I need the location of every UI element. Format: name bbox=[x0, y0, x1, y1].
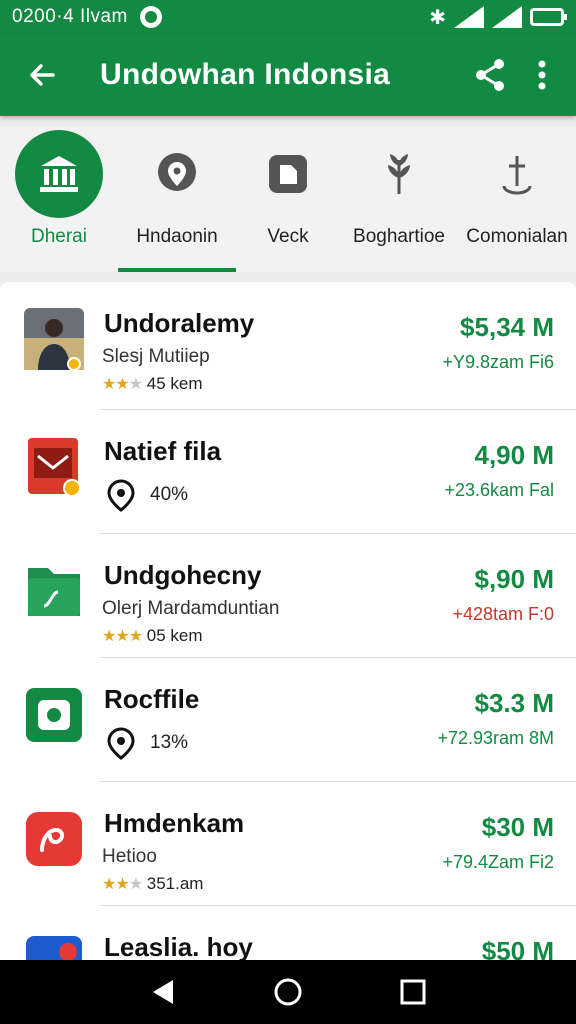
list-item[interactable]: Natief fila 40% 4,90 M +23.6kam Fal bbox=[28, 410, 576, 534]
category-tab-boghartioe[interactable]: Boghartioe bbox=[340, 126, 458, 272]
app-price: 4,90 M bbox=[474, 440, 555, 470]
status-time: 0200·4 Ilvam bbox=[12, 6, 128, 27]
app-bar: Undowhan Indonsia bbox=[0, 34, 576, 116]
battery-icon bbox=[530, 8, 567, 26]
badge-icon bbox=[107, 479, 135, 512]
status-bar: 0200·4 Ilvam ✱ bbox=[0, 0, 576, 34]
star-rating-icon: ★★★ bbox=[102, 376, 143, 393]
signal-icon bbox=[454, 6, 484, 28]
anchor-icon bbox=[502, 156, 532, 195]
star-rating-icon: ★★★ bbox=[102, 876, 143, 893]
list-item[interactable]: Leaslia. hoy $50 M bbox=[26, 906, 576, 960]
category-tabs: Dherai Hndaonin Veck Boghartioe Comonial… bbox=[0, 126, 576, 272]
blue-app-icon bbox=[24, 932, 84, 960]
category-label: Hndaonin bbox=[136, 226, 218, 247]
status-icons: ✱ bbox=[429, 5, 567, 30]
star-rating-icon: ★★★ bbox=[102, 628, 143, 645]
category-tab-comonialan[interactable]: Comonialan bbox=[458, 126, 576, 272]
app-name: Natief fila bbox=[104, 436, 222, 466]
category-tab-veck[interactable]: Veck bbox=[236, 126, 340, 272]
badge-icon bbox=[107, 727, 135, 760]
app-meta: +72.93ram 8M bbox=[437, 728, 554, 748]
list-item[interactable]: Undgohecny Olerj Mardamduntian ★★★ 05 ke… bbox=[28, 534, 576, 658]
app-price: $5,34 M bbox=[460, 312, 554, 342]
app-meta: +79.4Zam Fi2 bbox=[442, 852, 554, 872]
app-rating: ★★★ 05 kem bbox=[102, 626, 203, 645]
app-meta: +Y9.8zam Fi6 bbox=[442, 352, 554, 372]
app-meta: +428tam F:0 bbox=[452, 604, 554, 624]
app-name: Undoralemy bbox=[104, 308, 255, 338]
app-name: Undgohecny bbox=[104, 560, 262, 590]
app-subtitle: Olerj Mardamduntian bbox=[102, 598, 280, 619]
more-vert-icon[interactable] bbox=[518, 47, 566, 103]
nav-home-icon[interactable] bbox=[258, 962, 318, 1022]
app-meta: +23.6kam Fal bbox=[444, 480, 554, 500]
app-price: $30 M bbox=[481, 812, 554, 842]
system-nav-bar bbox=[0, 960, 576, 1024]
app-discount: 13% bbox=[104, 726, 188, 760]
app-name: Hmdenkam bbox=[104, 808, 245, 838]
location-pin-icon bbox=[158, 153, 196, 191]
app-subtitle: Hetioo bbox=[102, 846, 157, 867]
app-discount: 40% bbox=[104, 478, 188, 512]
notification-icon bbox=[139, 6, 162, 28]
category-label: Veck bbox=[267, 226, 309, 247]
bank-icon bbox=[15, 130, 103, 218]
wheat-icon bbox=[388, 154, 410, 194]
wifi-icon bbox=[492, 6, 522, 28]
share-icon[interactable] bbox=[462, 47, 518, 103]
bluetooth-icon: ✱ bbox=[429, 6, 446, 29]
red-box-icon bbox=[24, 436, 84, 498]
active-tab-indicator bbox=[118, 268, 236, 272]
app-list: Undoralemy Slesj Mutiiep ★★★ 45 kem $5,3… bbox=[0, 282, 576, 960]
app-price: $,90 M bbox=[474, 564, 555, 594]
app-name: Leaslia. hoy bbox=[104, 932, 253, 960]
app-subtitle: Slesj Mutiiep bbox=[102, 346, 210, 367]
app-price: $50 M bbox=[481, 936, 554, 960]
list-item[interactable]: Undoralemy Slesj Mutiiep ★★★ 45 kem $5,3… bbox=[24, 282, 576, 410]
category-label: Dherai bbox=[31, 226, 87, 247]
category-label: Comonialan bbox=[466, 226, 568, 247]
green-file-icon bbox=[24, 684, 84, 746]
page-title: Undowhan Indonsia bbox=[100, 58, 391, 91]
app-name: Rocffile bbox=[104, 684, 200, 714]
back-arrow-icon[interactable] bbox=[14, 47, 70, 103]
app-rating: ★★★ 351.am bbox=[102, 874, 204, 893]
category-tab-dherai[interactable]: Dherai bbox=[0, 126, 118, 272]
green-folder-icon bbox=[24, 560, 84, 622]
nav-recents-icon[interactable] bbox=[383, 962, 443, 1022]
person-photo-icon bbox=[24, 308, 84, 371]
nav-back-icon[interactable] bbox=[133, 962, 193, 1022]
app-price: $3.3 M bbox=[474, 688, 555, 718]
red-swirl-icon bbox=[24, 808, 84, 870]
list-item[interactable]: Hmdenkam Hetioo ★★★ 351.am $30 M +79.4Za… bbox=[26, 782, 576, 906]
list-item[interactable]: Rocffile 13% $3.3 M +72.93ram 8M bbox=[26, 658, 576, 782]
tag-icon bbox=[269, 155, 307, 193]
category-label: Boghartioe bbox=[353, 226, 445, 247]
category-tab-hndaonin[interactable]: Hndaonin bbox=[118, 126, 236, 272]
app-rating: ★★★ 45 kem bbox=[102, 374, 203, 393]
